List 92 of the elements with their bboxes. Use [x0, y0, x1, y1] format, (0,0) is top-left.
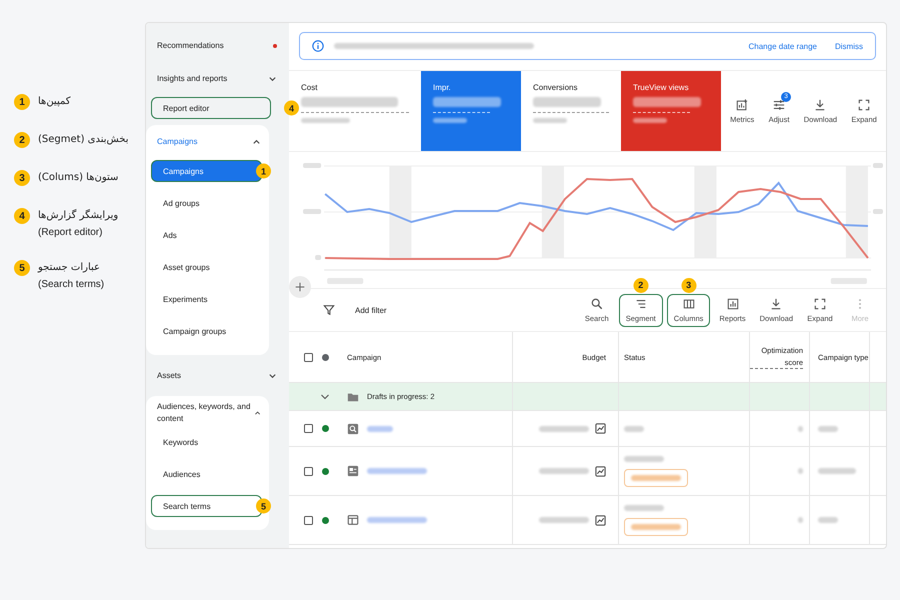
- filter-icon[interactable]: [323, 304, 335, 316]
- callout-badge: 5: [256, 498, 271, 514]
- expand-icon: [814, 298, 826, 310]
- banner-link[interactable]: Change date range: [748, 42, 817, 50]
- metric-label: TrueView views: [633, 83, 689, 92]
- dashed-underline: [633, 112, 690, 113]
- nav-section[interactable]: Recommendations: [157, 41, 224, 50]
- trend-chart-icon[interactable]: [595, 423, 606, 434]
- folder-icon: [347, 390, 359, 402]
- nav-section[interactable]: Campaigns: [157, 136, 198, 148]
- blurred-text: [798, 468, 803, 474]
- blurred-text: [624, 504, 664, 510]
- status-dot: [322, 354, 328, 360]
- download-icon: [814, 98, 826, 110]
- chevron-up-icon[interactable]: [252, 138, 261, 146]
- blurred-text: [818, 517, 838, 523]
- blurred-text: [539, 517, 589, 523]
- columns-icon: [682, 298, 695, 310]
- legend-label: ستون‌ها (Colums): [38, 172, 118, 183]
- blurred-value: [433, 97, 502, 107]
- image-icon: [347, 465, 359, 477]
- metric-label: Impr.: [433, 83, 451, 92]
- row-checkbox[interactable]: [304, 424, 313, 433]
- nav-section[interactable]: Audiences, keywords, and content: [157, 401, 254, 425]
- blurred-text: [818, 426, 838, 432]
- legend-label: کمپین‌ها: [38, 96, 71, 107]
- callout-badge: 3: [681, 278, 696, 292]
- nav-item[interactable]: Ad groups: [151, 192, 262, 214]
- chevron-down-icon[interactable]: [320, 392, 330, 402]
- info-icon: [312, 40, 324, 52]
- blurred-text: [624, 456, 664, 462]
- row-checkbox[interactable]: [304, 516, 313, 524]
- chart-plus-icon: [736, 98, 748, 110]
- blurred-text: [539, 468, 589, 474]
- blurred-text: [818, 468, 856, 474]
- nav-item[interactable]: Ads: [151, 224, 262, 246]
- blurred-text: [624, 426, 644, 432]
- search-icon: [347, 422, 359, 434]
- add-filter-field[interactable]: Add filter: [355, 306, 387, 314]
- number-badge: 3: [14, 170, 30, 186]
- download-icon: [770, 298, 782, 310]
- metric-label: Conversions: [533, 83, 578, 92]
- nav-item[interactable]: Report editor: [151, 97, 271, 119]
- nav-item[interactable]: Experiments: [151, 288, 262, 310]
- select-all-checkbox[interactable]: [304, 352, 313, 362]
- search-icon: [590, 298, 603, 310]
- blurred-text: [798, 517, 803, 523]
- blurred-value: [533, 97, 602, 107]
- warning-chip: [624, 518, 688, 536]
- blurred-text: [633, 118, 668, 123]
- warning-chip: [624, 468, 688, 486]
- number-badge: 1: [14, 94, 30, 110]
- sliders-icon: [773, 98, 786, 110]
- dashed-underline: [433, 112, 490, 113]
- blurred-text: [301, 118, 350, 123]
- legend-label: عبارات جستجو: [38, 262, 100, 273]
- legend-label: ویرایشگر گزارش‌ها: [38, 210, 118, 221]
- callout-badge: 4: [284, 100, 299, 116]
- banner-link[interactable]: Dismiss: [835, 42, 863, 50]
- callout-badge: 2: [633, 278, 648, 292]
- nav-section[interactable]: Assets: [157, 371, 182, 380]
- layout-icon: [347, 514, 359, 526]
- number-badge: 4: [14, 208, 30, 224]
- plus-icon: [294, 281, 306, 293]
- nav-item[interactable]: Audiences: [151, 463, 262, 485]
- number-badge: 2: [14, 132, 30, 148]
- metric-card[interactable]: Impr.: [421, 71, 521, 151]
- legend-label: بخش‌بندی (Segmet): [38, 134, 129, 145]
- nav-item[interactable]: Campaign groups: [151, 320, 262, 342]
- add-button[interactable]: [289, 276, 311, 298]
- expand-icon: [858, 98, 870, 110]
- bar-chart-icon: [726, 298, 738, 310]
- lines-icon: [634, 298, 647, 310]
- number-badge: 5: [14, 260, 30, 276]
- trend-chart-icon[interactable]: [595, 514, 606, 526]
- chevron-up-icon[interactable]: [254, 408, 261, 418]
- blurred-value: [633, 97, 702, 107]
- blurred-text: [539, 426, 589, 432]
- blurred-text: [533, 118, 568, 123]
- legend-sublabel: (Search terms): [38, 279, 104, 290]
- metric-label: Cost: [301, 83, 318, 92]
- legend-sublabel: (Report editor): [38, 227, 102, 238]
- blurred-text: [798, 426, 803, 432]
- nav-item[interactable]: Keywords: [151, 431, 262, 453]
- nav-section[interactable]: Insights and reports: [157, 74, 228, 83]
- row-checkbox[interactable]: [304, 466, 313, 476]
- callout-badge: 1: [256, 164, 271, 178]
- trend-chart-icon[interactable]: [595, 466, 606, 476]
- nav-item[interactable]: Campaigns: [151, 160, 262, 182]
- blurred-text: [433, 118, 468, 123]
- metric-card[interactable]: TrueView views: [621, 71, 721, 151]
- nav-item[interactable]: Asset groups: [151, 256, 262, 278]
